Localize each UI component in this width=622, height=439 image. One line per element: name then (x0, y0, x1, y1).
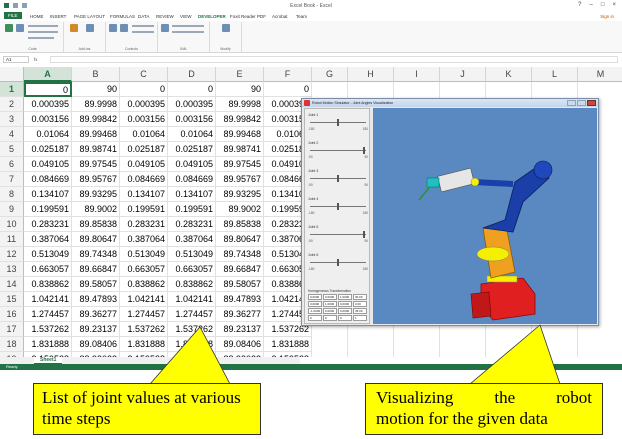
callout-word: the (494, 388, 516, 407)
callout-text: List of joint values at various time ste… (42, 388, 241, 428)
right-callout-pointer (468, 324, 561, 385)
callout-word: Visualizing (376, 388, 454, 407)
joint-values-callout: List of joint values at various time ste… (33, 383, 261, 435)
callout-line-1: Visualizing the robot (376, 387, 592, 408)
left-callout-pointer (149, 326, 231, 385)
callout-word: robot (556, 388, 592, 407)
visualization-callout: Visualizing the robot motion for the giv… (365, 383, 603, 435)
callout-line-2: motion for the given data (376, 409, 548, 428)
callout-arrows (149, 324, 561, 385)
